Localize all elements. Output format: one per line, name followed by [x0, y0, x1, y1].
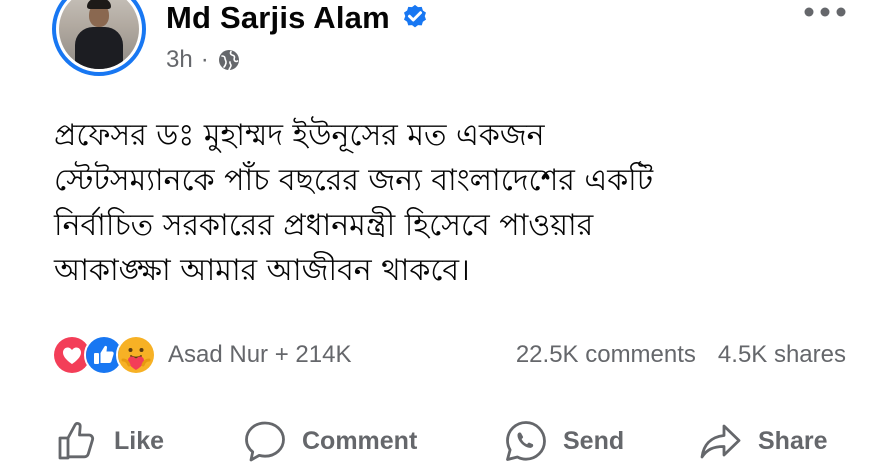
share-label: Share: [758, 426, 828, 455]
send-button[interactable]: Send: [503, 418, 624, 464]
engagement-counts: 22.5K comments 4.5K shares: [516, 341, 846, 369]
post-text-line: নির্বাচিত সরকারের প্রধানমন্ত্রী হিসেবে প…: [54, 208, 594, 243]
shares-count[interactable]: 4.5K shares: [718, 341, 846, 369]
post-body-text: প্রফেসর ডঃ মুহাম্মদ ইউনূসের মত একজন স্টে…: [54, 113, 854, 293]
reactors-label[interactable]: Asad Nur + 214K: [168, 341, 351, 369]
post-actions-bar: Like Comment Send Share: [0, 412, 873, 470]
like-button[interactable]: Like: [54, 418, 164, 464]
send-label: Send: [563, 426, 625, 455]
share-arrow-icon: [700, 424, 741, 459]
comment-label: Comment: [302, 426, 418, 455]
post-timestamp[interactable]: 3h: [166, 46, 193, 74]
post-meta: 3h ·: [166, 46, 241, 74]
comments-count[interactable]: 22.5K comments: [516, 341, 696, 369]
comment-button[interactable]: Comment: [242, 418, 417, 464]
reactions-summary: Asad Nur + 214K 22.5K comments 4.5K shar…: [52, 335, 852, 375]
thumbs-up-icon: [58, 422, 95, 460]
reaction-icons[interactable]: [52, 335, 156, 375]
profile-photo[interactable]: [59, 0, 139, 69]
post-text-line: প্রফেসর ডঃ মুহাম্মদ ইউনূসের মত একজন: [54, 118, 545, 153]
meta-separator: ·: [200, 46, 209, 73]
whatsapp-icon: [506, 421, 546, 461]
like-label: Like: [114, 426, 165, 455]
author-name[interactable]: Md Sarjis Alam: [166, 0, 390, 36]
more-options-icon[interactable]: [802, 5, 848, 19]
avatar[interactable]: [52, 0, 146, 76]
author-row: Md Sarjis Alam: [166, 0, 430, 36]
post-text-line: স্টেটসম্যানকে পাঁচ বছরের জন্য বাংলাদেশের…: [54, 163, 654, 198]
verified-badge-icon: [403, 4, 426, 28]
comment-bubble-icon: [245, 421, 285, 462]
post-text-line: আকাঙ্ক্ষা আমার আজীবন থাকবে।: [54, 253, 470, 288]
care-reaction-icon: [116, 335, 156, 375]
globe-icon: [218, 50, 239, 71]
share-button[interactable]: Share: [698, 418, 827, 464]
